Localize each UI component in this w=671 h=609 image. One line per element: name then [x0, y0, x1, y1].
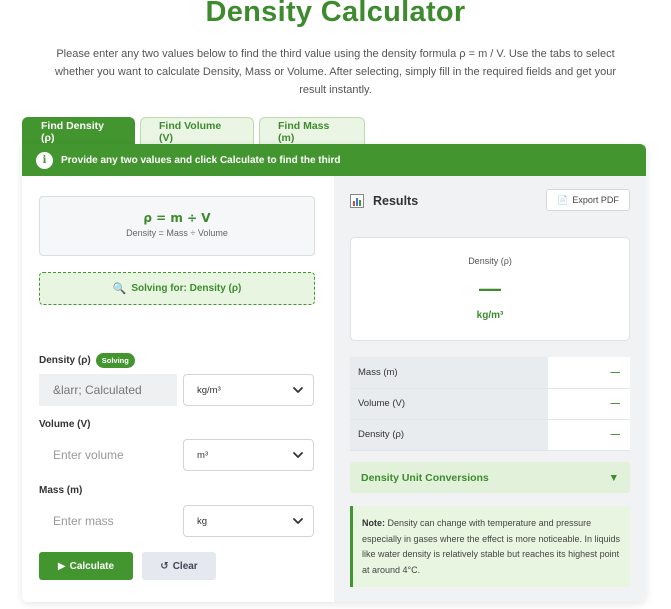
results-title: Results	[350, 194, 418, 208]
mass-label: Mass (m)	[39, 485, 82, 496]
volume-input[interactable]: Enter volume	[39, 439, 177, 471]
document-icon: 📄	[557, 194, 569, 205]
results-panel: Results 📄 Export PDF Density (ρ) — kg/m³…	[334, 176, 646, 602]
export-pdf-button[interactable]: 📄 Export PDF	[546, 189, 630, 211]
note-text: Density can change with temperature and …	[362, 518, 620, 575]
result-unit: kg/m³	[476, 310, 504, 321]
calculate-label: Calculate	[69, 560, 115, 572]
row-label: Density (ρ)	[350, 419, 548, 451]
row-value: —	[548, 357, 630, 389]
calculate-button[interactable]: ▶ Calculate	[39, 552, 133, 580]
row-label: Mass (m)	[350, 357, 548, 389]
formula-main: ρ = m ÷ V	[143, 211, 211, 225]
formula-box: ρ = m ÷ V Density = Mass ÷ Volume	[39, 196, 315, 256]
magnifier-icon: 🔍	[112, 283, 127, 295]
row-value: —	[548, 388, 630, 420]
density-unit-select[interactable]: kg/m³	[183, 374, 314, 406]
info-icon: i	[36, 151, 53, 169]
tab-bar: Find Density (ρ) Find Volume (V) Find Ma…	[22, 117, 365, 145]
formula-sub: Density = Mass ÷ Volume	[126, 228, 228, 238]
conversions-label: Density Unit Conversions	[361, 471, 489, 484]
intro-text: Please enter any two values below to fin…	[54, 48, 617, 96]
mass-unit-select[interactable]: kg	[183, 505, 314, 537]
volume-unit-select[interactable]: m³	[183, 439, 314, 471]
solving-indicator: 🔍 Solving for: Density (ρ)	[39, 272, 315, 305]
info-banner: i Provide any two values and click Calcu…	[22, 144, 646, 176]
page-title: Density Calculator	[205, 0, 466, 28]
bar-chart-icon	[350, 194, 364, 208]
solving-badge: Solving	[95, 353, 135, 368]
density-label-text: Density (ρ)	[39, 355, 91, 366]
mass-unit-value: kg	[197, 515, 208, 527]
tab-find-volume[interactable]: Find Volume (V)	[140, 117, 254, 145]
calculator-card: i Provide any two values and click Calcu…	[22, 144, 646, 602]
row-label: Volume (V)	[350, 388, 548, 420]
volume-label: Volume (V)	[39, 419, 90, 430]
unit-conversions-toggle[interactable]: Density Unit Conversions ▼	[350, 462, 630, 493]
result-label: Density (ρ)	[468, 256, 512, 266]
results-table: Mass (m) — Volume (V) — Density (ρ) —	[350, 357, 630, 451]
density-input[interactable]: &larr; Calculated	[39, 374, 177, 406]
mass-input[interactable]: Enter mass	[39, 505, 177, 537]
results-header: Results 📄 Export PDF	[334, 186, 646, 216]
banner-text: Provide any two values and click Calcula…	[61, 154, 341, 166]
density-unit-value: kg/m³	[197, 384, 221, 396]
input-panel: ρ = m ÷ V Density = Mass ÷ Volume 🔍 Solv…	[22, 176, 334, 602]
note-box: Note: Density can change with temperatur…	[350, 506, 630, 587]
note-prefix: Note:	[362, 518, 385, 528]
clear-button[interactable]: ↺ Clear	[142, 552, 216, 580]
table-row: Density (ρ) —	[350, 419, 630, 451]
solving-text: Solving for: Density (ρ)	[131, 283, 242, 294]
clear-label: Clear	[172, 560, 198, 572]
table-row: Volume (V) —	[350, 388, 630, 420]
density-label: Density (ρ) Solving	[39, 353, 135, 368]
mass-label-text: Mass (m)	[39, 485, 83, 496]
chevron-down-icon	[293, 518, 303, 524]
refresh-icon: ↺	[160, 560, 169, 572]
results-title-text: Results	[373, 194, 419, 208]
triangle-down-icon: ▼	[608, 471, 619, 484]
chevron-down-icon	[293, 452, 303, 458]
play-icon: ▶	[57, 560, 66, 572]
tab-find-density[interactable]: Find Density (ρ)	[22, 117, 135, 145]
row-value: —	[548, 419, 630, 451]
volume-unit-value: m³	[197, 449, 209, 461]
volume-label-text: Volume (V)	[39, 419, 91, 430]
chevron-down-icon	[293, 387, 303, 393]
tab-find-mass[interactable]: Find Mass (m)	[259, 117, 365, 145]
export-label: Export PDF	[572, 195, 619, 205]
table-row: Mass (m) —	[350, 357, 630, 389]
result-display: Density (ρ) — kg/m³	[350, 237, 630, 341]
result-value: —	[479, 276, 501, 301]
